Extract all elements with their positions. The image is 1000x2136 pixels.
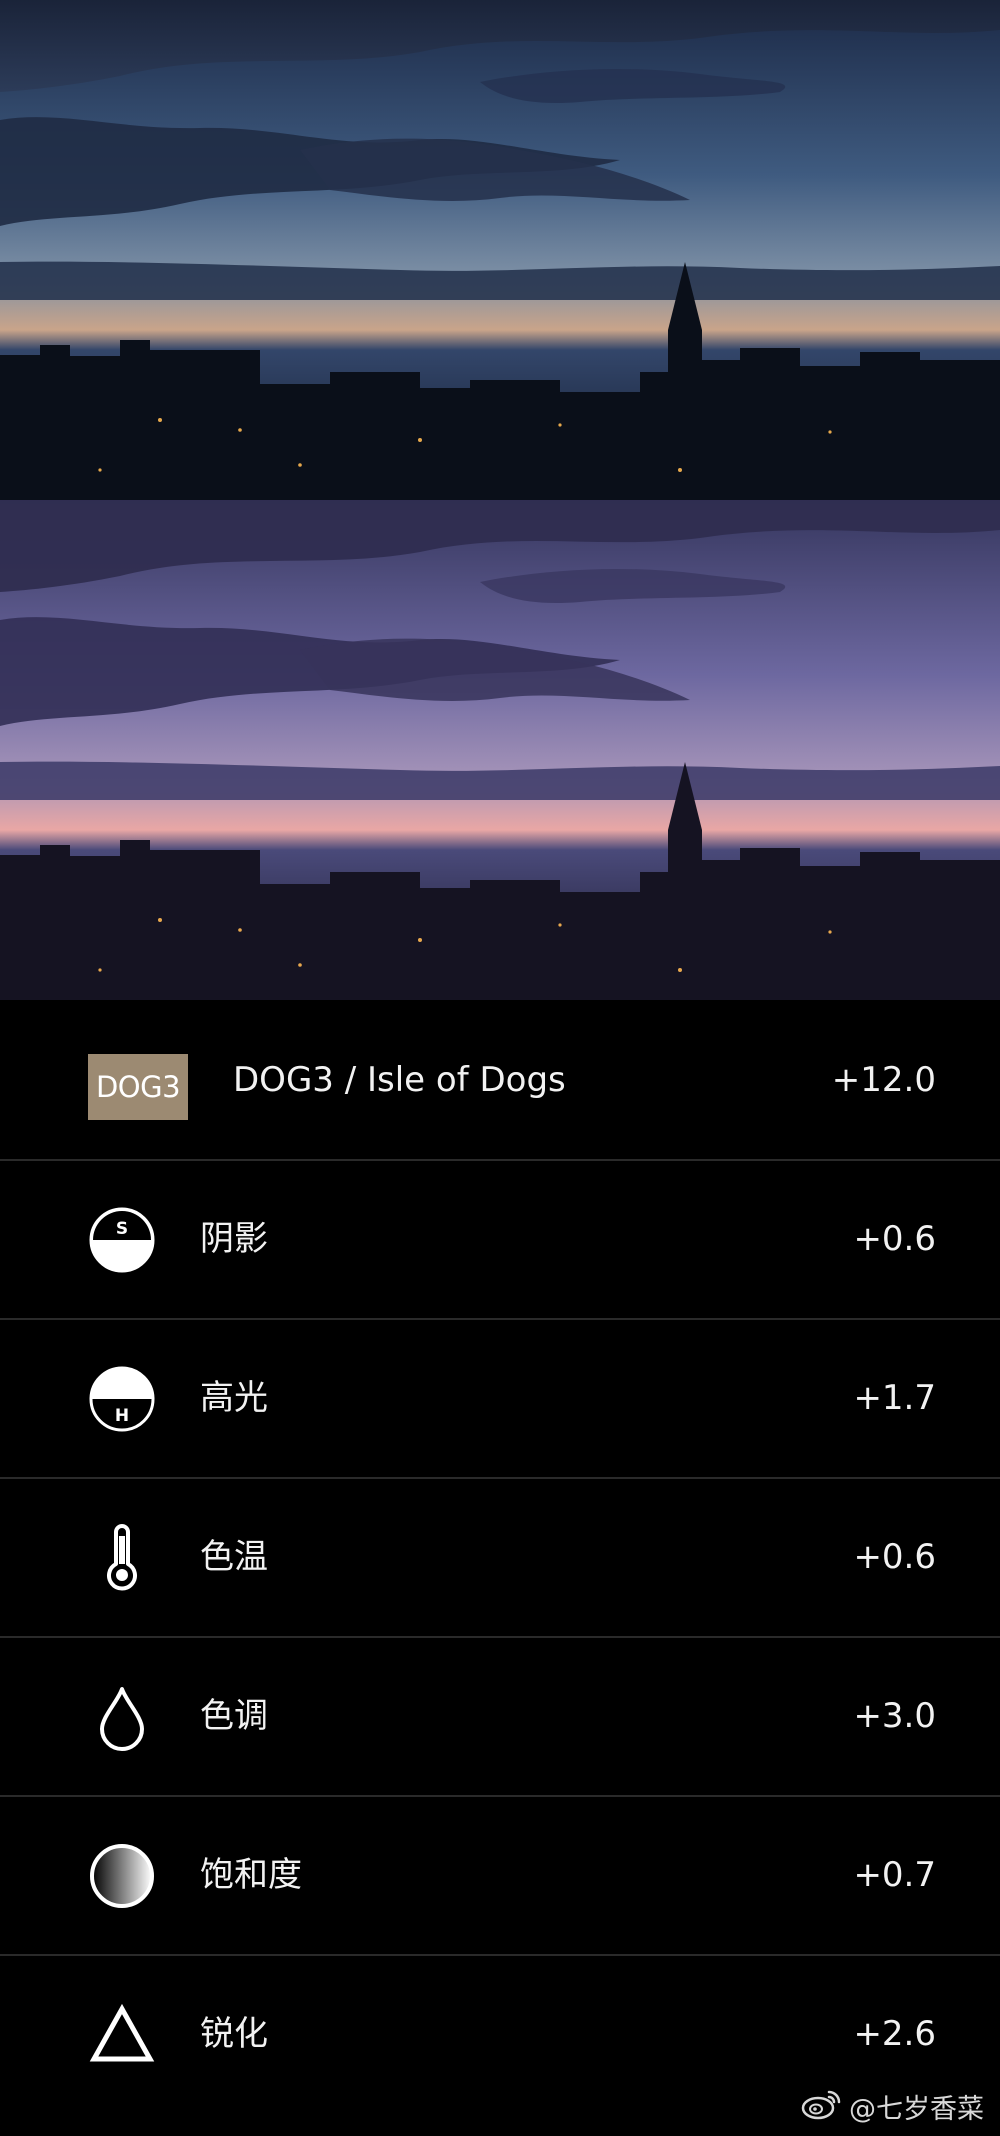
adjustment-value: +0.6: [853, 1219, 936, 1259]
adjustment-label: 色温: [200, 1537, 268, 1577]
watermark-text: @七岁香菜: [849, 2093, 984, 2125]
adjustment-label: 锐化: [200, 2014, 268, 2054]
watermark: @七岁香菜: [801, 2084, 984, 2128]
preset-strength-value: +12.0: [831, 1060, 936, 1100]
adjustment-value: +0.7: [853, 1855, 936, 1895]
adjustment-row-highlights[interactable]: H 高光 +1.7: [0, 1318, 1000, 1479]
adjustment-label: 色调: [200, 1696, 268, 1736]
tint-icon: [88, 1683, 156, 1751]
preset-row[interactable]: DOG3 DOG3 / Isle of Dogs +12.0: [0, 1000, 1000, 1161]
adjustment-row-saturation[interactable]: 饱和度 +0.7: [0, 1795, 1000, 1956]
weibo-icon: [801, 2086, 843, 2127]
adjustment-value: +1.7: [853, 1378, 936, 1418]
adjustment-label: 高光: [200, 1378, 268, 1418]
highlights-icon: H: [88, 1365, 156, 1433]
saturation-icon: [88, 1842, 156, 1910]
adjustment-value: +2.6: [853, 2014, 936, 2054]
adjustments-panel: DOG3 DOG3 / Isle of Dogs +12.0 S 阴影 +0.6…: [0, 1000, 1000, 2136]
sharpen-icon: [88, 2001, 156, 2069]
adjustment-row-temperature[interactable]: 色温 +0.6: [0, 1477, 1000, 1638]
adjustment-label: 饱和度: [200, 1855, 302, 1895]
preset-badge: DOG3: [88, 1054, 188, 1120]
adjustment-value: +0.6: [853, 1537, 936, 1577]
photo-after: [0, 500, 1000, 1000]
adjustment-label: 阴影: [200, 1219, 268, 1259]
shadows-icon: S: [88, 1206, 156, 1274]
adjustment-value: +3.0: [853, 1696, 936, 1736]
adjustment-row-tint[interactable]: 色调 +3.0: [0, 1636, 1000, 1797]
preset-name: DOG3 / Isle of Dogs: [233, 1060, 566, 1100]
adjustment-row-shadows[interactable]: S 阴影 +0.6: [0, 1159, 1000, 1320]
temperature-icon: [88, 1524, 156, 1592]
svg-text:S: S: [116, 1219, 128, 1239]
svg-text:H: H: [115, 1406, 129, 1426]
photo-before: [0, 0, 1000, 500]
